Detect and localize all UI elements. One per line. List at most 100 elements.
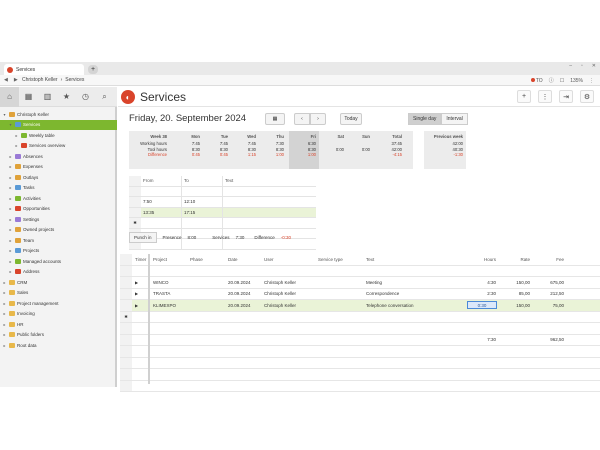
sidebar-item[interactable]: ▸ Weekly table [0,130,117,141]
chevron-right-icon[interactable]: ▸ [8,154,13,159]
chevron-right-icon[interactable]: ▸ [2,332,7,337]
table-cell[interactable] [315,312,363,323]
table-cell[interactable] [187,312,225,323]
cell-rate[interactable]: 85,00 [499,289,533,300]
more-vertical-icon[interactable]: ⋮ [538,90,552,103]
cell-text[interactable]: Meeting [363,277,463,288]
cell-type[interactable] [315,289,363,300]
sidebar-item[interactable]: ▸ HR [0,319,117,330]
restore-icon[interactable]: ▫ [581,63,583,69]
punch-in-button[interactable]: Punch in [129,232,157,243]
today-button[interactable]: Today [340,113,362,125]
sidebar-item[interactable]: ▸ Projects [0,246,117,257]
table-cell[interactable] [261,312,315,323]
cell-type[interactable] [315,277,363,288]
sidebar-item[interactable]: ▸ Owned projects [0,225,117,236]
sidebar-item[interactable]: ▾ Services [0,119,117,130]
home-icon[interactable]: ⌂ [0,86,19,107]
cell-hours[interactable]: 0:30 [463,300,499,311]
sidebar-item[interactable]: ▸ Root data [0,340,117,351]
services-new-row[interactable]: ✱ [120,311,600,323]
star-icon[interactable]: ★ [57,87,76,107]
cell-phase[interactable] [187,277,225,288]
table-row[interactable]: ▶ TRASTA 20.09.2024 Christoph Keller Corresp… [120,288,600,300]
chevron-right-icon[interactable]: ▸ [14,143,19,148]
sidebar-item[interactable]: ▸ Opportunities [0,204,117,215]
timer-from-cell[interactable]: 7:50 [141,197,182,207]
column-header[interactable]: Date [225,254,261,265]
sidebar-item[interactable]: ▸ CRM [0,277,117,288]
history-icon[interactable]: ◷ [76,87,95,107]
cell-phase[interactable] [187,289,225,300]
cell-text[interactable]: Correspondence [363,289,463,300]
column-divider[interactable] [148,254,150,384]
breadcrumb-item[interactable]: Services [65,77,84,83]
sidebar-item[interactable]: ▸ Services overview [0,141,117,152]
sidebar-item[interactable]: ▸ Expenses [0,162,117,173]
add-icon[interactable]: + [517,90,531,103]
chevron-right-icon[interactable]: ▸ [8,238,13,243]
sidebar-item[interactable]: ▸ Project management [0,298,117,309]
sidebar-item[interactable]: ▸ Outlays [0,172,117,183]
hours-edit-field[interactable]: 0:30 [467,301,497,310]
cell-date[interactable]: 20.09.2024 [225,277,261,288]
calendar-icon[interactable]: ▦ [19,87,38,107]
browser-tab[interactable]: Services [4,64,84,75]
chevron-right-icon[interactable]: ▸ [2,311,7,316]
timer-new-row[interactable]: ✱ [129,218,316,229]
chevron-right-icon[interactable]: ▸ [2,280,7,285]
gear-icon[interactable]: ⚙ [580,90,594,103]
sidebar-item[interactable]: ▸ Address [0,267,117,278]
sidebar-item[interactable]: ▸ Managed accounts [0,256,117,267]
timer-cell[interactable] [223,187,316,197]
bookmark-icon[interactable]: ☐ [560,78,564,84]
table-cell[interactable] [499,312,533,323]
table-row[interactable]: ▶ WINCO 20.09.2024 Christoph Keller Meeting 4… [120,277,600,289]
table-cell[interactable] [533,312,567,323]
timer-cell[interactable] [141,186,182,196]
column-header[interactable]: Hours [463,254,499,265]
cell-hours[interactable]: 4:30 [463,277,499,288]
table-cell[interactable] [463,312,499,323]
search-icon[interactable]: ⌕ [95,87,114,107]
cell-date[interactable]: 20.09.2024 [225,300,261,311]
panel-toggle-icon[interactable]: ⇥ [559,90,573,103]
forward-arrow-icon[interactable]: ▶ [14,77,18,83]
zoom-level[interactable]: 135% [570,78,583,84]
sidebar-item[interactable]: ▸ Team [0,235,117,246]
cell-user[interactable]: Christoph Keller [261,289,315,300]
timer-row[interactable]: 13:35 17:15 [129,207,316,218]
sidebar-item[interactable]: ▸ Invoicing [0,309,117,320]
chevron-right-icon[interactable]: ▸ [8,206,13,211]
timer-row[interactable]: 7:50 12:10 [129,197,316,208]
timer-cell[interactable] [223,218,316,228]
timer-cell[interactable] [182,186,223,196]
sidebar-item[interactable]: ▸ Absences [0,151,117,162]
minimize-icon[interactable]: – [569,63,572,69]
chevron-right-icon[interactable]: ▸ [2,322,7,327]
timer-cell[interactable] [182,218,223,228]
column-header[interactable]: User [261,254,315,265]
chevron-right-icon[interactable]: ▸ [8,217,13,222]
chevron-right-icon[interactable]: ▸ [2,301,7,306]
cell-text[interactable]: Telephone conversation [363,300,463,311]
chevron-right-icon[interactable]: ▸ [8,248,13,253]
column-header[interactable]: Service type [315,254,363,265]
column-header[interactable]: Project [150,254,187,265]
chevron-right-icon[interactable]: ▸ [2,290,7,295]
table-row[interactable]: ▶ KLIMEXPO 20.09.2024 Christoph Keller Telep… [120,300,600,312]
single-day-button[interactable]: Single day [408,113,442,125]
cell-hours[interactable]: 2:30 [463,289,499,300]
chevron-right-icon[interactable]: ▸ [14,133,19,138]
cell-rate[interactable]: 150,00 [499,277,533,288]
cell-fee[interactable]: 75,00 [533,300,567,311]
cell-project[interactable]: WINCO [150,277,187,288]
chevron-right-icon[interactable]: ▸ [8,227,13,232]
sidebar-item[interactable]: ▸ Sales [0,288,117,299]
chevron-right-icon[interactable]: ▸ [8,164,13,169]
chevron-right-icon[interactable]: ▸ [2,343,7,348]
interval-button[interactable]: Interval [441,113,468,125]
column-header[interactable]: Rate [499,254,533,265]
cell-fee[interactable]: 675,00 [533,277,567,288]
cell-project[interactable]: KLIMEXPO [150,300,187,311]
